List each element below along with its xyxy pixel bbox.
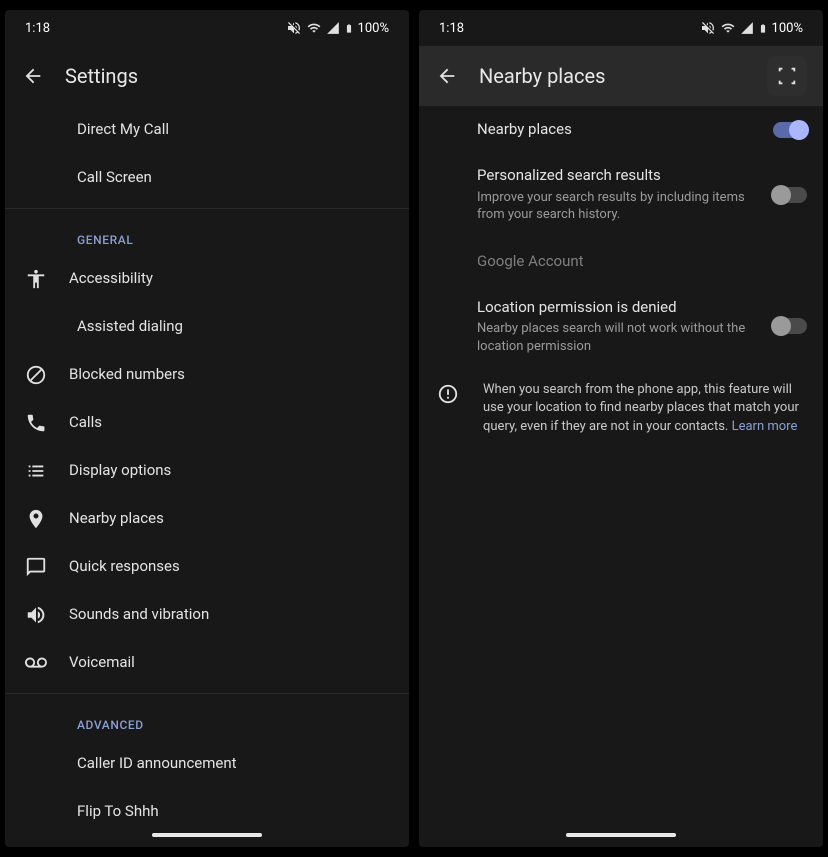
status-time: 1:18	[439, 21, 464, 36]
crop-button[interactable]	[767, 56, 807, 96]
item-accessibility[interactable]: Accessibility	[5, 255, 409, 303]
item-label: Accessibility	[69, 269, 393, 289]
switch-nearby-places[interactable]	[773, 122, 807, 138]
item-voicemail[interactable]: Voicemail	[5, 639, 409, 687]
mute-icon	[286, 20, 302, 36]
item-display-options[interactable]: Display options	[5, 447, 409, 495]
call-icon	[25, 412, 47, 434]
back-button[interactable]	[435, 64, 459, 88]
fullscreen-icon	[776, 65, 798, 87]
item-blocked-numbers[interactable]: Blocked numbers	[5, 351, 409, 399]
status-bar: 1:18 100%	[5, 10, 409, 46]
list-icon	[25, 460, 47, 482]
item-direct-my-call[interactable]: Direct My Call	[5, 106, 409, 154]
item-assisted-dialing[interactable]: Assisted dialing	[5, 303, 409, 351]
volume-icon	[25, 604, 47, 626]
battery-icon	[344, 21, 354, 36]
battery-icon	[758, 21, 768, 36]
status-bar: 1:18 100%	[419, 10, 823, 46]
settings-list[interactable]: Direct My Call Call Screen GENERAL Acces…	[5, 106, 409, 823]
row-google-account: Google Account	[419, 236, 823, 286]
item-calls[interactable]: Calls	[5, 399, 409, 447]
item-label: Voicemail	[69, 653, 393, 673]
row-label: Personalized search results	[477, 166, 761, 186]
item-label: Quick responses	[69, 557, 393, 577]
item-flip-to-shhh[interactable]: Flip To Shhh	[5, 788, 409, 823]
gesture-nav-bar[interactable]	[419, 823, 823, 847]
status-right: 100%	[700, 20, 803, 36]
divider	[5, 208, 409, 209]
row-location-permission[interactable]: Location permission is denied Nearby pla…	[419, 286, 823, 368]
page-title: Settings	[65, 64, 393, 88]
mute-icon	[700, 20, 716, 36]
item-label: Flip To Shhh	[77, 802, 393, 822]
place-icon	[25, 508, 47, 530]
row-label: Location permission is denied	[477, 298, 761, 318]
nearby-places-screen: 1:18 100% Nearby places Nearby places Pe…	[419, 10, 823, 847]
item-label: Direct My Call	[77, 120, 393, 140]
item-label: Call Screen	[77, 168, 393, 188]
section-header-general: GENERAL	[5, 215, 409, 255]
app-bar: Nearby places	[419, 46, 823, 106]
signal-icon	[326, 21, 340, 35]
status-battery: 100%	[772, 21, 803, 36]
block-icon	[25, 364, 47, 386]
page-title: Nearby places	[479, 64, 747, 88]
voicemail-icon	[25, 652, 47, 674]
nav-pill	[152, 833, 262, 837]
signal-icon	[740, 21, 754, 35]
item-label: Caller ID announcement	[77, 754, 393, 774]
wifi-icon	[306, 21, 322, 35]
item-call-screen[interactable]: Call Screen	[5, 154, 409, 202]
section-header-advanced: ADVANCED	[5, 700, 409, 740]
row-personalized-search[interactable]: Personalized search results Improve your…	[419, 154, 823, 236]
item-label: Calls	[69, 413, 393, 433]
row-sub: Improve your search results by including…	[477, 189, 761, 224]
divider	[5, 693, 409, 694]
item-label: Assisted dialing	[77, 317, 393, 337]
item-label: Nearby places	[69, 509, 393, 529]
gesture-nav-bar[interactable]	[5, 823, 409, 847]
info-block: When you search from the phone app, this…	[419, 367, 823, 450]
item-label: Blocked numbers	[69, 365, 393, 385]
back-button[interactable]	[21, 64, 45, 88]
info-icon	[437, 383, 459, 405]
row-label: Nearby places	[477, 120, 761, 140]
chat-icon	[25, 556, 47, 578]
item-quick-responses[interactable]: Quick responses	[5, 543, 409, 591]
app-bar: Settings	[5, 46, 409, 106]
status-right: 100%	[286, 20, 389, 36]
item-nearby-places[interactable]: Nearby places	[5, 495, 409, 543]
status-time: 1:18	[25, 21, 50, 36]
item-label: Sounds and vibration	[69, 605, 393, 625]
switch-location-permission[interactable]	[773, 318, 807, 334]
item-label: Display options	[69, 461, 393, 481]
status-battery: 100%	[358, 21, 389, 36]
arrow-back-icon	[436, 65, 458, 87]
learn-more-link[interactable]: Learn more	[732, 419, 798, 434]
switch-personalized-search[interactable]	[773, 187, 807, 203]
row-sub: Nearby places search will not work witho…	[477, 320, 761, 355]
info-text: When you search from the phone app, this…	[483, 381, 803, 436]
wifi-icon	[720, 21, 736, 35]
settings-screen: 1:18 100% Settings Direct My Call Call S…	[5, 10, 409, 847]
item-sounds-vibration[interactable]: Sounds and vibration	[5, 591, 409, 639]
item-caller-id-announcement[interactable]: Caller ID announcement	[5, 740, 409, 788]
nearby-places-content: Nearby places Personalized search result…	[419, 106, 823, 823]
nav-pill	[566, 833, 676, 837]
arrow-back-icon	[22, 65, 44, 87]
row-nearby-places[interactable]: Nearby places	[419, 106, 823, 154]
accessibility-icon	[25, 268, 47, 290]
